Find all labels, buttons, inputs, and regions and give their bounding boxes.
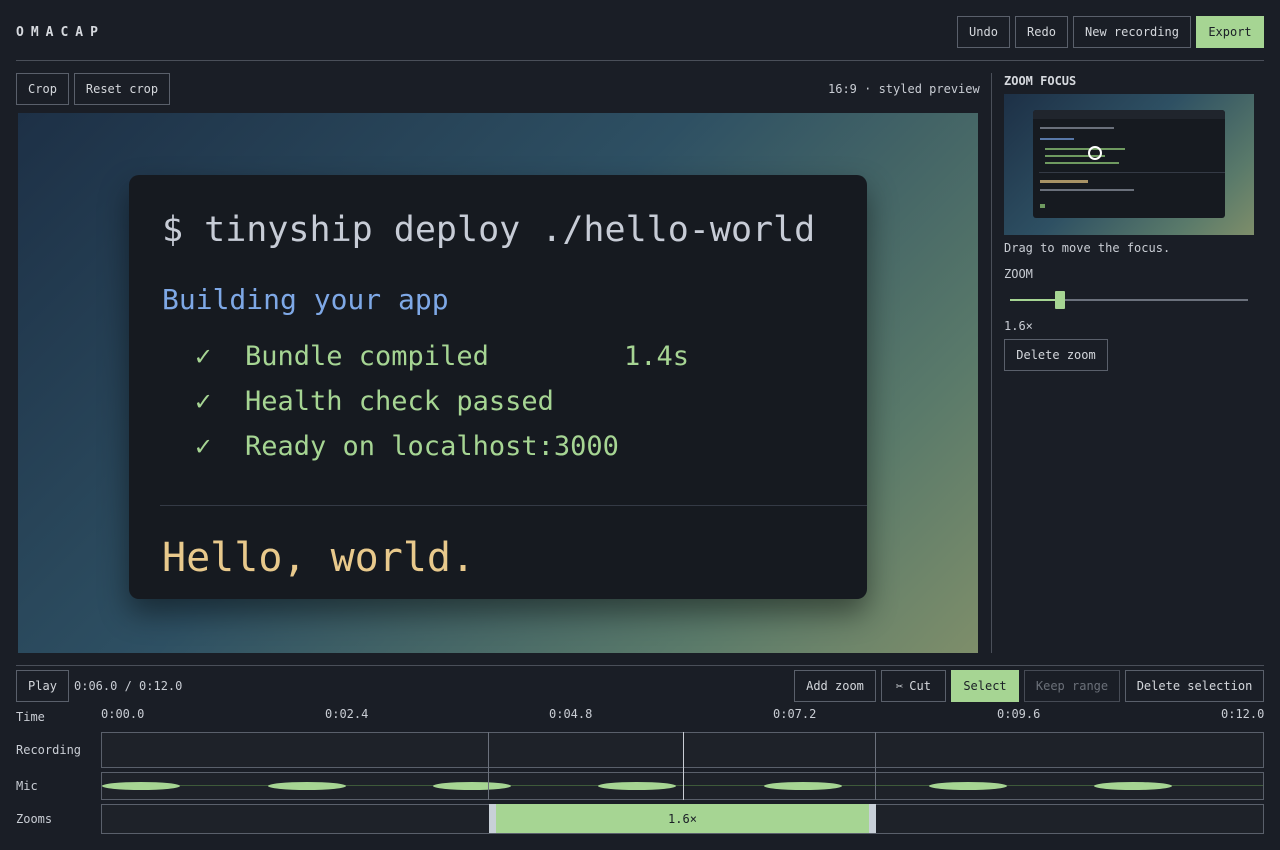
terminal-step: ✓ Ready on localhost:3000 [195, 431, 619, 462]
range-end-marker[interactable] [875, 732, 876, 800]
thumbnail-line [1040, 138, 1074, 140]
new-recording-button[interactable]: New recording [1073, 16, 1191, 48]
terminal-window: $ tinyship deploy ./hello-world Building… [129, 175, 867, 599]
zoom-focus-thumbnail[interactable] [1004, 94, 1254, 235]
focus-handle[interactable] [1088, 146, 1102, 160]
terminal-divider [160, 505, 867, 506]
zoom-segment-label: 1.6× [668, 811, 697, 826]
time-tick: 0:07.2 [773, 707, 817, 721]
terminal-command: $ tinyship deploy ./hello-world [162, 210, 816, 250]
zoom-slider-thumb[interactable] [1055, 291, 1065, 309]
check-icon: ✓ [195, 431, 212, 462]
step-text: Health check passed [245, 386, 554, 417]
thumbnail-line [1040, 180, 1088, 183]
time-tick: 0:00.0 [101, 707, 145, 721]
step-text: Ready on localhost:3000 [245, 431, 619, 462]
mic-row-label: Mic [16, 779, 38, 793]
mic-waveform [433, 782, 511, 790]
zoom-focus-title: ZOOM FOCUS [1004, 74, 1077, 88]
play-button[interactable]: Play [16, 670, 69, 702]
thumbnail-terminal [1033, 110, 1225, 218]
thumbnail-titlebar [1033, 110, 1225, 119]
time-tick: 0:12.0 [1221, 707, 1265, 721]
delete-zoom-button[interactable]: Delete zoom [1004, 339, 1108, 371]
mic-waveform [764, 782, 842, 790]
header-divider [16, 60, 1264, 61]
time-tick: 0:02.4 [325, 707, 369, 721]
step-text: Bundle compiled [245, 341, 489, 372]
mic-waveform [1094, 782, 1172, 790]
thumbnail-line [1045, 162, 1119, 164]
time-tick: 0:09.6 [997, 707, 1041, 721]
mic-waveform [929, 782, 1007, 790]
zoom-slider-fill [1010, 299, 1060, 301]
add-zoom-button[interactable]: Add zoom [794, 670, 876, 702]
zoom-value: 1.6× [1004, 319, 1033, 333]
playhead[interactable] [683, 732, 684, 800]
check-icon: ✓ [195, 341, 212, 372]
thumbnail-line [1040, 189, 1134, 191]
time-tick: 0:04.8 [549, 707, 593, 721]
scissors-icon: ✂ [896, 679, 904, 693]
redo-button[interactable]: Redo [1015, 16, 1068, 48]
range-start-marker[interactable] [488, 732, 489, 800]
app-logo: OMACAP [16, 25, 105, 40]
terminal-building: Building your app [162, 283, 449, 316]
zoom-label: ZOOM [1004, 267, 1033, 281]
check-icon: ✓ [195, 386, 212, 417]
thumbnail-line [1045, 148, 1125, 150]
zoom-focus-hint: Drag to move the focus. [1004, 241, 1171, 255]
thumbnail-line [1040, 127, 1114, 129]
timeline-divider [16, 665, 1264, 666]
crop-button[interactable]: Crop [16, 73, 69, 105]
keep-range-button[interactable]: Keep range [1024, 670, 1120, 702]
time-display: 0:06.0 / 0:12.0 [74, 679, 183, 693]
undo-button[interactable]: Undo [957, 16, 1010, 48]
select-button[interactable]: Select [951, 670, 1019, 702]
delete-selection-button[interactable]: Delete selection [1125, 670, 1264, 702]
aspect-info: 16:9 · styled preview [828, 82, 980, 96]
cut-button[interactable]: ✂ Cut [881, 670, 946, 702]
thumbnail-divider [1039, 172, 1225, 173]
mic-waveform [598, 782, 676, 790]
terminal-output: Hello, world. [162, 535, 476, 581]
time-row-label: Time [16, 710, 45, 724]
step-time: 1.4s [624, 341, 690, 372]
mic-waveform [268, 782, 346, 790]
cut-label: Cut [909, 679, 931, 693]
panel-divider [991, 73, 992, 653]
thumbnail-cursor [1040, 204, 1045, 208]
zoom-segment[interactable]: 1.6× [489, 804, 876, 833]
terminal-step: ✓ Health check passed [195, 386, 554, 417]
reset-crop-button[interactable]: Reset crop [74, 73, 170, 105]
preview-stage[interactable]: $ tinyship deploy ./hello-world Building… [18, 113, 978, 653]
mic-waveform [102, 782, 180, 790]
recording-row-label: Recording [16, 743, 82, 757]
zooms-row-label: Zooms [16, 812, 53, 826]
terminal-step: ✓ Bundle compiled 1.4s [195, 341, 689, 372]
export-button[interactable]: Export [1196, 16, 1264, 48]
